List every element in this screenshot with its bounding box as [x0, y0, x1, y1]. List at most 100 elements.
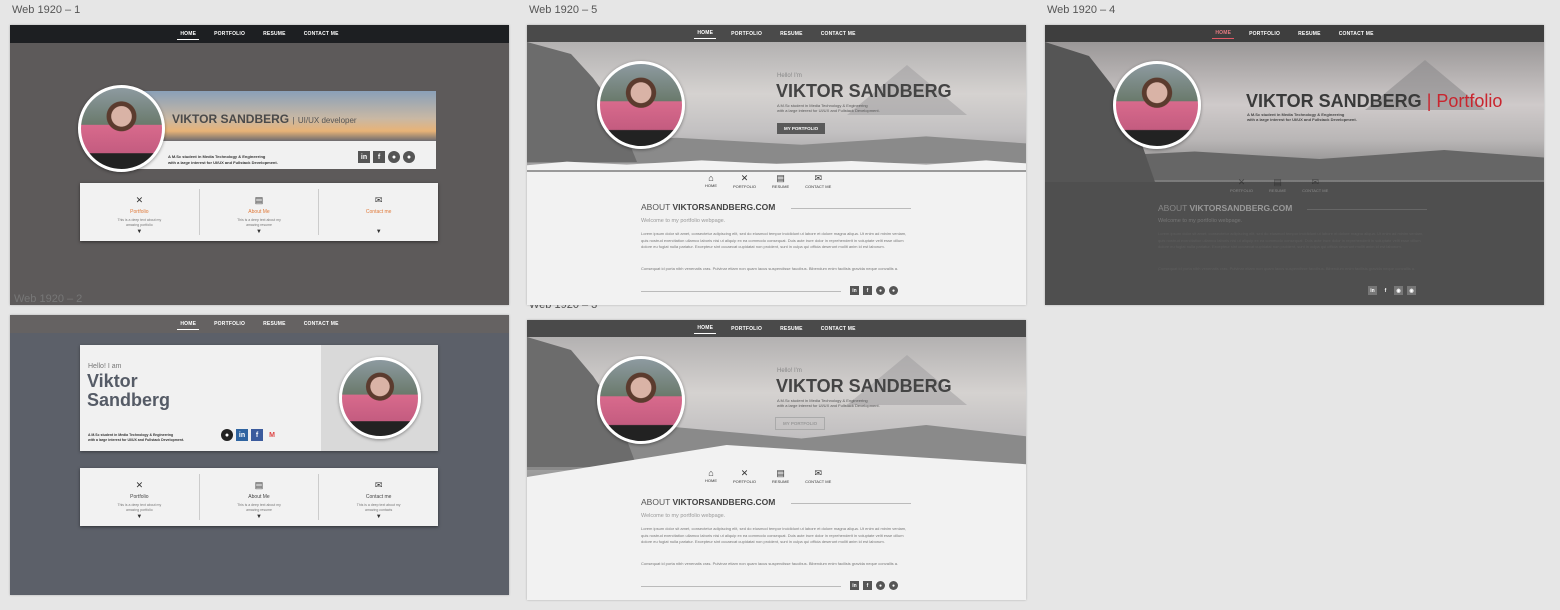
section-icons: ⌂ HOME ✕ PORTFOLIO ▤ RESUME ✉ CONTACT ME — [705, 173, 831, 189]
about-paragraph-1: Lorem ipsum dolor sit amet, consectetur … — [641, 231, 907, 249]
chevron-down-icon[interactable]: ▼ — [376, 514, 382, 520]
about-heading: ABOUT VIKTORSANDBERG.COM — [641, 497, 775, 507]
document-icon: ▤ — [776, 468, 785, 478]
nav-contact[interactable]: CONTACT ME — [818, 324, 859, 334]
card-portfolio[interactable]: ✕ Portfolio This is a deep text about my… — [80, 189, 200, 235]
nav-resume[interactable]: RESUME — [260, 29, 289, 39]
nav-resume[interactable]: RESUME — [777, 324, 806, 334]
artboard-web-2[interactable]: HOME PORTFOLIO RESUME CONTACT ME Hello! … — [10, 315, 509, 595]
section-portfolio[interactable]: ✕ PORTFOLIO — [733, 468, 756, 484]
description: A M.Sc student in Media Technology & Eng… — [777, 103, 880, 113]
section-resume[interactable]: ▤ RESUME — [772, 173, 789, 189]
section-resume[interactable]: ▤ RESUME — [1269, 177, 1286, 193]
linkedin-icon[interactable]: in — [358, 151, 370, 163]
discord-icon[interactable]: ● — [876, 581, 885, 590]
artboard-label-1[interactable]: Web 1920 – 1 — [12, 4, 80, 16]
nav-portfolio[interactable]: PORTFOLIO — [211, 319, 248, 329]
separator: | — [292, 116, 295, 125]
about-site: VIKTORSANDBERG.COM — [672, 202, 776, 212]
my-portfolio-button[interactable]: MY PORTFOLIO — [775, 417, 826, 430]
discord-icon[interactable]: ◉ — [1394, 286, 1403, 295]
nav-portfolio[interactable]: PORTFOLIO — [211, 29, 248, 39]
card-about[interactable]: ▤ About Me This is a deep text about my … — [200, 474, 320, 520]
facebook-icon[interactable]: f — [1381, 286, 1390, 295]
nav-contact[interactable]: CONTACT ME — [1336, 29, 1377, 39]
section-home[interactable]: ⌂ HOME — [705, 173, 717, 189]
card-contact-text: This is a deep text about my amazing con… — [356, 503, 401, 512]
card-about-label: About Me — [248, 209, 270, 215]
nav-portfolio[interactable]: PORTFOLIO — [728, 324, 765, 334]
mail-icon: ✉ — [374, 195, 383, 205]
divider — [791, 208, 911, 209]
github-icon[interactable]: ● — [889, 581, 898, 590]
artboard-label-5[interactable]: Web 1920 – 5 — [529, 4, 597, 16]
nav-contact[interactable]: CONTACT ME — [301, 319, 342, 329]
facebook-icon[interactable]: f — [251, 429, 263, 441]
linkedin-icon[interactable]: in — [236, 429, 248, 441]
avatar — [597, 61, 685, 149]
card-contact[interactable]: ✉ Contact me ▼ — [319, 189, 438, 235]
nav-contact[interactable]: CONTACT ME — [818, 29, 859, 39]
hero-name: VIKTOR SANDBERG — [776, 81, 952, 101]
linkedin-icon[interactable]: in — [850, 581, 859, 590]
page-title: VIKTOR SANDBERG | UI/UX developer — [172, 112, 357, 126]
nav-resume[interactable]: RESUME — [260, 319, 289, 329]
top-nav: HOME PORTFOLIO RESUME CONTACT ME — [10, 25, 509, 43]
chevron-down-icon[interactable]: ▼ — [136, 229, 142, 235]
section-contact[interactable]: ✉ CONTACT ME — [1302, 177, 1328, 193]
gmail-icon[interactable]: M — [266, 429, 278, 441]
about-paragraph-2: Consequat id porta nibh venenatis cras. … — [641, 561, 899, 566]
last-name: Sandberg — [87, 390, 171, 410]
github-icon[interactable]: ◉ — [1407, 286, 1416, 295]
facebook-icon[interactable]: f — [373, 151, 385, 163]
facebook-icon[interactable]: f — [863, 581, 872, 590]
linkedin-icon[interactable]: in — [1368, 286, 1377, 295]
nav-contact[interactable]: CONTACT ME — [301, 29, 342, 39]
chevron-down-icon[interactable]: ▼ — [136, 514, 142, 520]
section-portfolio[interactable]: ✕ PORTFOLIO — [733, 173, 756, 189]
section-resume[interactable]: ▤ RESUME — [772, 468, 789, 484]
card-about[interactable]: ▤ About Me This is a deep text about my … — [200, 189, 320, 235]
chevron-down-icon[interactable]: ▼ — [256, 514, 262, 520]
nav-portfolio[interactable]: PORTFOLIO — [728, 29, 765, 39]
tools-icon: ✕ — [740, 468, 749, 478]
discord-icon[interactable]: ● — [876, 286, 885, 295]
tools-icon: ✕ — [740, 173, 749, 183]
nav-home[interactable]: HOME — [694, 28, 717, 39]
section-contact[interactable]: ✉ CONTACT ME — [805, 173, 831, 189]
nav-home[interactable]: HOME — [1212, 28, 1235, 39]
nav-resume[interactable]: RESUME — [1295, 29, 1324, 39]
artboard-label-4[interactable]: Web 1920 – 4 — [1047, 4, 1115, 16]
avatar — [597, 356, 685, 444]
my-portfolio-button[interactable]: MY PORTFOLIO — [777, 123, 826, 134]
nav-home[interactable]: HOME — [694, 323, 717, 334]
github-icon[interactable]: ● — [889, 286, 898, 295]
nav-home[interactable]: HOME — [177, 319, 200, 330]
desc-line-2: with a large interest for UI/UX and Full… — [777, 108, 880, 113]
artboard-web-4[interactable]: HOME PORTFOLIO RESUME CONTACT ME VIKTOR … — [1045, 25, 1544, 305]
github-icon[interactable]: ● — [403, 151, 415, 163]
section-home[interactable]: ⌂ HOME — [705, 468, 717, 484]
artboard-web-1[interactable]: HOME PORTFOLIO RESUME CONTACT ME VIKTOR … — [10, 25, 509, 305]
discord-icon[interactable]: ● — [388, 151, 400, 163]
avatar — [339, 357, 421, 439]
card-contact[interactable]: ✉ Contact me This is a deep text about m… — [319, 474, 438, 520]
nav-portfolio[interactable]: PORTFOLIO — [1246, 29, 1283, 39]
section-contact[interactable]: ✉ CONTACT ME — [805, 468, 831, 484]
artboard-web-3[interactable]: HOME PORTFOLIO RESUME CONTACT ME Hello! … — [527, 320, 1026, 600]
chevron-down-icon[interactable]: ▼ — [376, 229, 382, 235]
github-icon[interactable]: ● — [221, 429, 233, 441]
artboard-label-2[interactable]: Web 1920 – 2 — [14, 293, 82, 305]
facebook-icon[interactable]: f — [863, 286, 872, 295]
about-paragraph-2: Consequat id porta nibh venenatis cras. … — [1158, 266, 1416, 271]
chevron-down-icon[interactable]: ▼ — [256, 229, 262, 235]
nav-resume[interactable]: RESUME — [777, 29, 806, 39]
desc-line-2: with a large interest for UI/UX and Full… — [777, 403, 880, 408]
nav-home[interactable]: HOME — [177, 29, 200, 40]
card-portfolio[interactable]: ✕ Portfolio This is a deep text about my… — [80, 474, 200, 520]
artboard-web-5[interactable]: HOME PORTFOLIO RESUME CONTACT ME Hello! … — [527, 25, 1026, 305]
section-portfolio[interactable]: ✕ PORTFOLIO — [1230, 177, 1253, 193]
hero-name: VIKTOR SANDBERG — [776, 376, 952, 396]
linkedin-icon[interactable]: in — [850, 286, 859, 295]
social-links: in f ◉ ◉ — [1368, 286, 1416, 295]
